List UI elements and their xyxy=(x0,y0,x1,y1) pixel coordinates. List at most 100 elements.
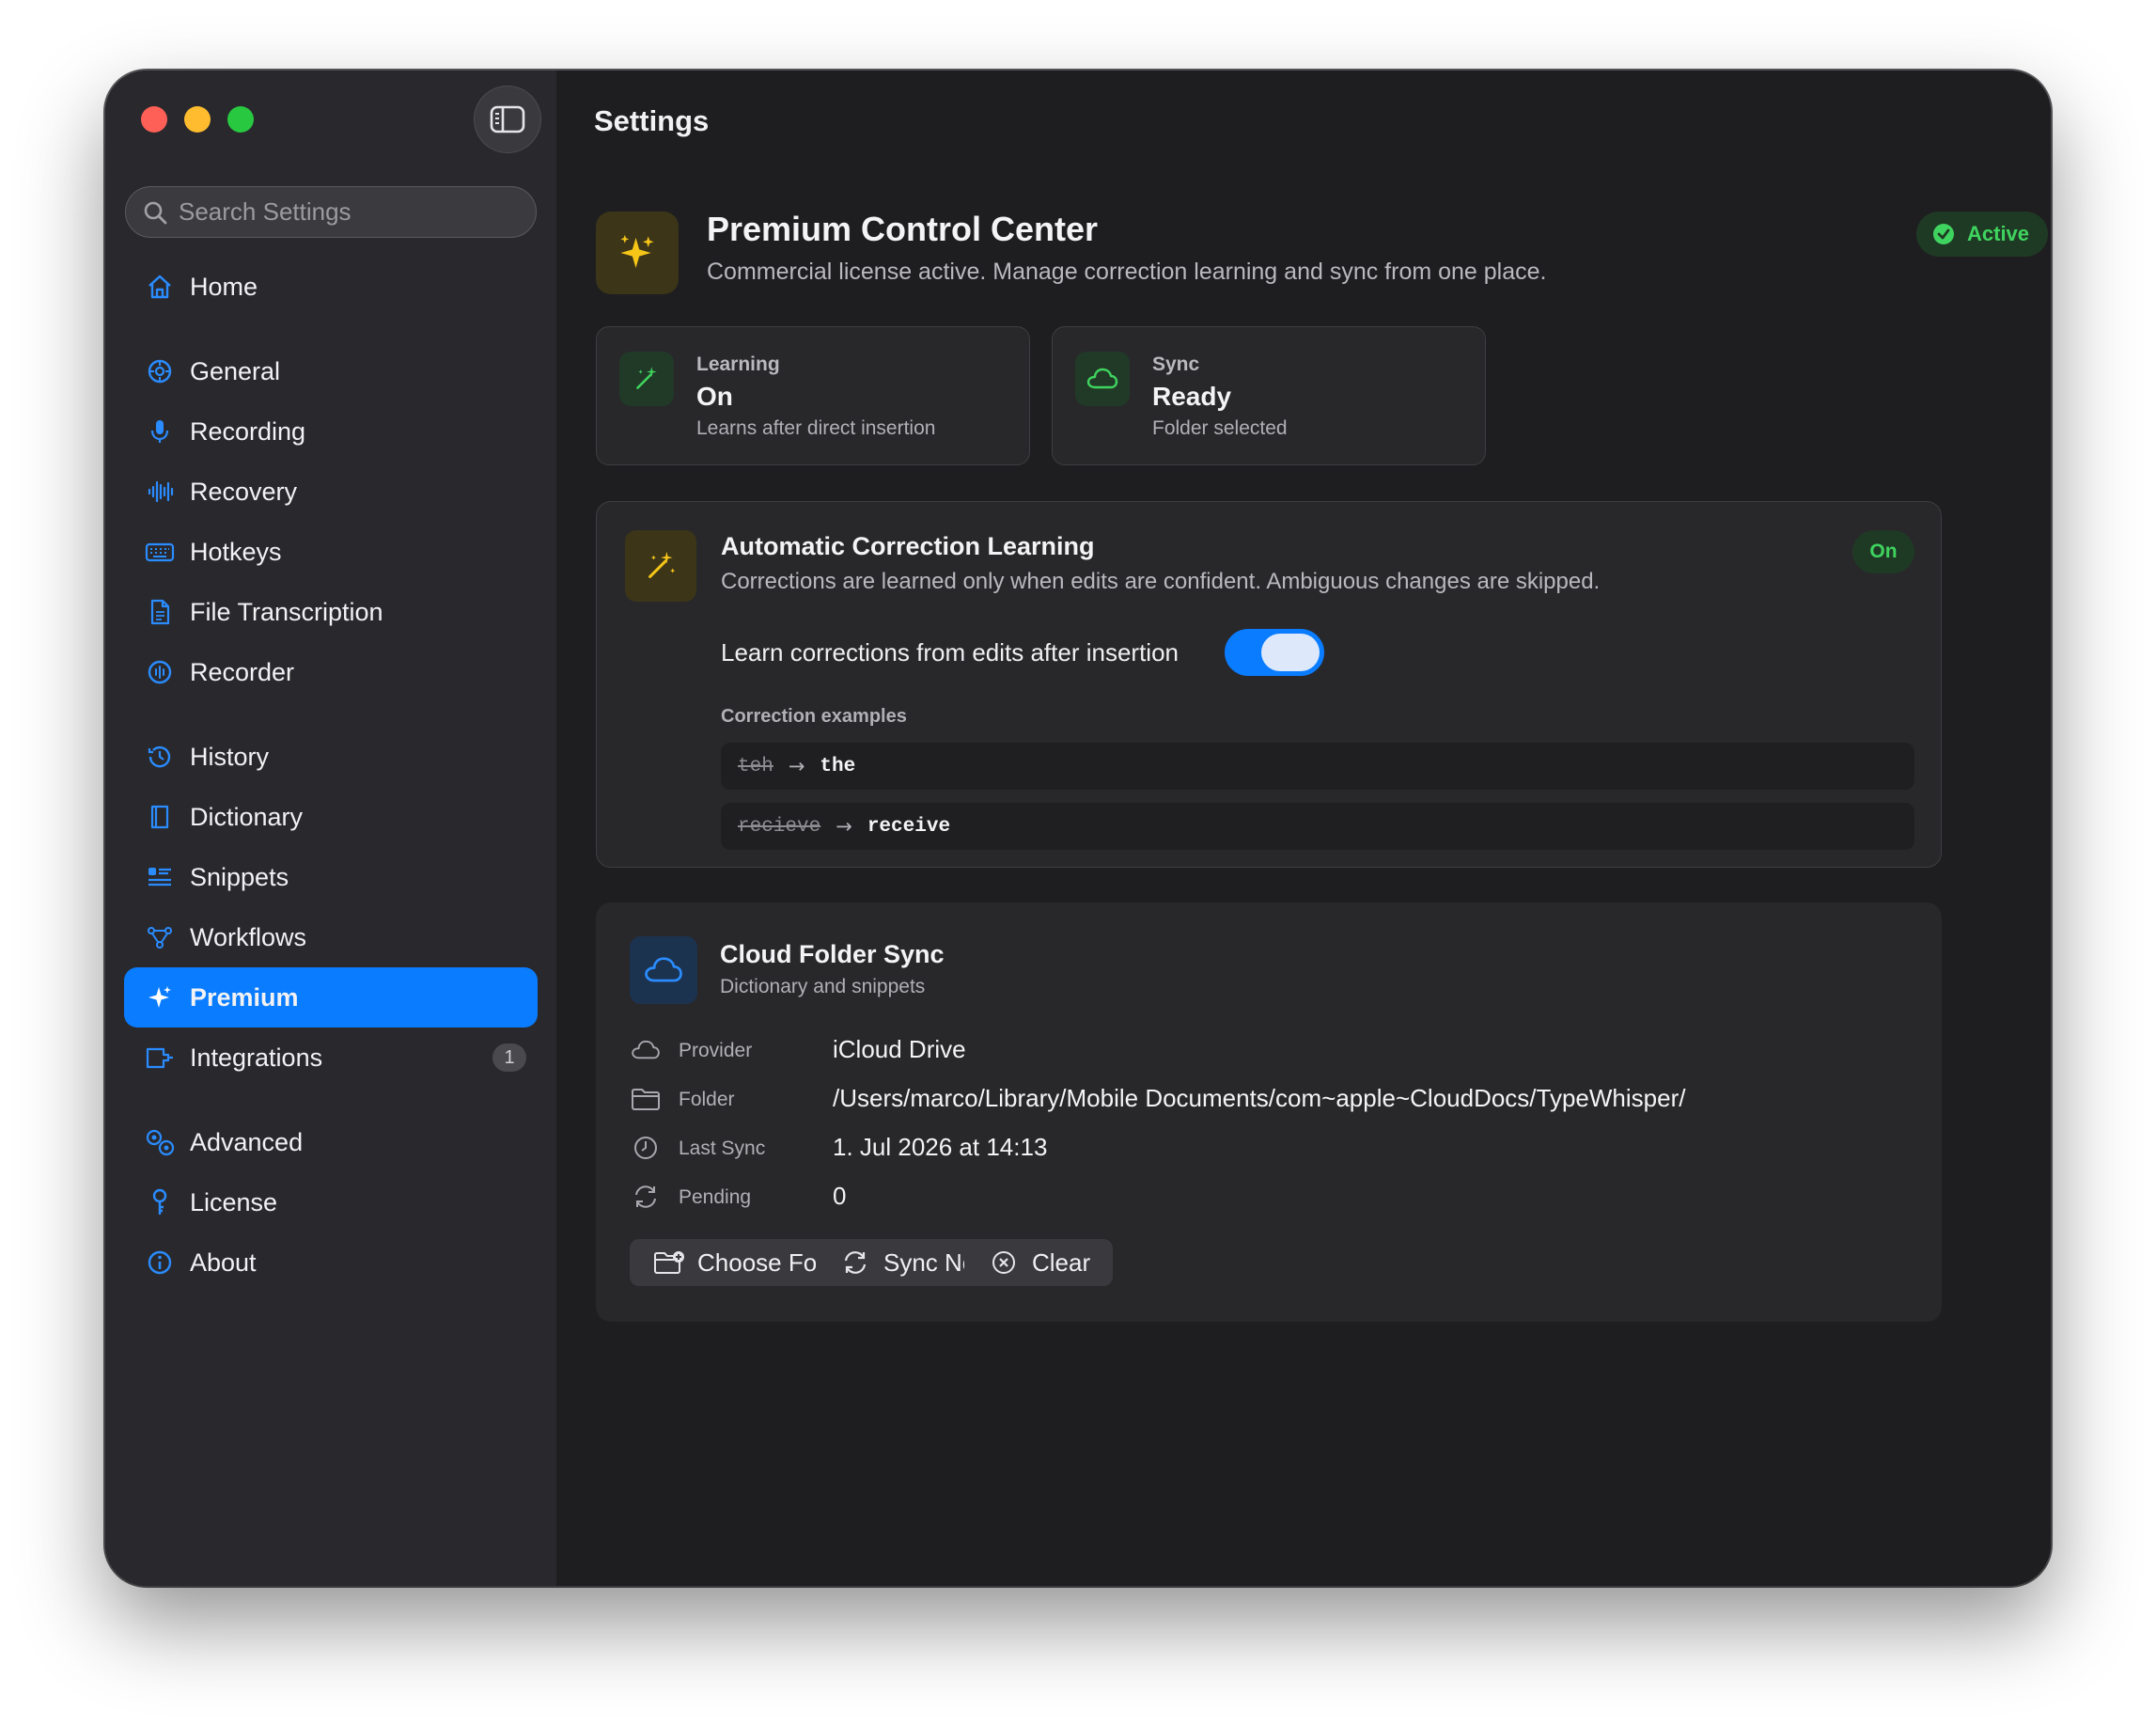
correction-example-row: recieve → receive xyxy=(721,803,1914,850)
sidebar: Search Settings Home General Recording R… xyxy=(105,71,556,1586)
book-icon xyxy=(143,800,177,834)
sidebar-item-dictionary[interactable]: Dictionary xyxy=(124,787,538,847)
sidebar-toggle-icon xyxy=(490,105,525,133)
sidebar-item-recorder[interactable]: Recorder xyxy=(124,642,538,702)
folder-icon xyxy=(630,1083,662,1115)
stat-value: Ready xyxy=(1152,382,1232,411)
pending-value: 0 xyxy=(833,1182,847,1210)
pending-row: Pending 0 xyxy=(630,1177,1908,1215)
sidebar-item-integrations[interactable]: Integrations 1 xyxy=(124,1028,538,1088)
sidebar-item-label: Home xyxy=(190,272,258,301)
sidebar-item-label: Snippets xyxy=(190,862,289,891)
provider-value: iCloud Drive xyxy=(833,1035,966,1063)
sidebar-item-label: General xyxy=(190,356,281,385)
magic-wand-icon xyxy=(625,530,696,602)
provider-label: Provider xyxy=(679,1040,753,1061)
sidebar-item-label: Integrations xyxy=(190,1043,323,1072)
zoom-window-button[interactable] xyxy=(227,106,254,133)
last-sync-label: Last Sync xyxy=(679,1138,766,1159)
sidebar-item-label: Recovery xyxy=(190,477,298,506)
check-seal-icon xyxy=(1933,224,1954,244)
waveform-icon xyxy=(143,475,177,509)
example-original: teh xyxy=(738,755,773,777)
last-sync-value: 1. Jul 2026 at 14:13 xyxy=(833,1133,1048,1161)
cloud-icon xyxy=(630,1034,662,1066)
clear-label: Clear xyxy=(1032,1247,1091,1277)
sidebar-item-about[interactable]: About xyxy=(124,1232,538,1293)
stat-label: Learning xyxy=(696,353,780,375)
sidebar-item-recovery[interactable]: Recovery xyxy=(124,462,538,522)
sidebar-item-advanced[interactable]: Advanced xyxy=(124,1112,538,1172)
cloud-sync-subtitle: Dictionary and snippets xyxy=(720,976,926,997)
main-content: Settings Premium Control Center Commerci… xyxy=(556,71,2051,1586)
record-icon xyxy=(143,655,177,689)
correction-learning-title: Automatic Correction Learning xyxy=(721,532,1095,560)
search-placeholder: Search Settings xyxy=(179,197,352,226)
toggle-knob xyxy=(1261,634,1320,671)
sidebar-item-premium[interactable]: Premium xyxy=(124,967,538,1028)
clock-icon xyxy=(143,740,177,774)
info-icon xyxy=(143,1246,177,1279)
search-field[interactable]: Search Settings xyxy=(125,186,537,238)
sync-stat-card: Sync Ready Folder selected xyxy=(1052,326,1486,465)
sidebar-item-label: File Transcription xyxy=(190,597,383,626)
folder-row: Folder /Users/marco/Library/Mobile Docum… xyxy=(630,1079,1908,1117)
learn-corrections-toggle[interactable] xyxy=(1225,629,1324,676)
sidebar-item-hotkeys[interactable]: Hotkeys xyxy=(124,522,538,582)
sidebar-item-recording[interactable]: Recording xyxy=(124,401,538,462)
sidebar-item-label: Workflows xyxy=(190,922,307,951)
sidebar-item-home[interactable]: Home xyxy=(124,257,538,317)
pending-label: Pending xyxy=(679,1186,752,1208)
arrow-right-icon: → xyxy=(788,755,805,777)
sidebar-item-label: Recorder xyxy=(190,657,295,686)
sparkles-icon xyxy=(620,234,654,269)
stat-subtitle: Folder selected xyxy=(1152,417,1288,439)
folder-path-value: /Users/marco/Library/Mobile Documents/co… xyxy=(833,1084,1686,1112)
close-window-button[interactable] xyxy=(141,106,167,133)
status-badge: Active xyxy=(1916,212,2048,257)
puzzle-icon xyxy=(143,1041,177,1075)
minimize-window-button[interactable] xyxy=(184,106,211,133)
sidebar-item-label: Premium xyxy=(190,982,299,1012)
text-list-icon xyxy=(143,860,177,894)
sidebar-item-label: About xyxy=(190,1247,257,1277)
status-badge-label: Active xyxy=(1967,222,2030,245)
correction-learning-card: Automatic Correction Learning Correction… xyxy=(596,501,1942,868)
folder-label: Folder xyxy=(679,1089,735,1110)
learning-status-badge: On xyxy=(1852,530,1914,573)
sidebar-item-snippets[interactable]: Snippets xyxy=(124,847,538,907)
correction-examples-heading: Correction examples xyxy=(721,706,907,727)
house-icon xyxy=(143,270,177,304)
clear-circle-icon xyxy=(987,1246,1021,1279)
example-original: recieve xyxy=(738,815,821,838)
toggle-sidebar-button[interactable] xyxy=(474,86,541,153)
page-title: Settings xyxy=(594,104,710,137)
cloud-sync-title: Cloud Folder Sync xyxy=(720,940,945,968)
sidebar-item-history[interactable]: History xyxy=(124,727,538,787)
document-icon xyxy=(143,595,177,629)
sidebar-item-label: Advanced xyxy=(190,1127,304,1156)
stat-value: On xyxy=(696,382,733,411)
sidebar-item-label: Hotkeys xyxy=(190,537,282,566)
refresh-icon xyxy=(630,1181,662,1213)
sidebar-item-label: History xyxy=(190,742,270,771)
flow-icon xyxy=(143,920,177,954)
sidebar-item-general[interactable]: General xyxy=(124,341,538,401)
microphone-icon xyxy=(143,415,177,448)
last-sync-row: Last Sync 1. Jul 2026 at 14:13 xyxy=(630,1128,1908,1166)
learn-corrections-label: Learn corrections from edits after inser… xyxy=(721,638,1179,667)
sidebar-item-file-transcription[interactable]: File Transcription xyxy=(124,582,538,642)
key-icon xyxy=(143,1185,177,1219)
sidebar-item-label: Dictionary xyxy=(190,802,304,831)
cloud-icon xyxy=(1075,352,1130,406)
clear-button[interactable]: Clear xyxy=(964,1239,1114,1286)
sidebar-item-workflows[interactable]: Workflows xyxy=(124,907,538,967)
cloud-folder-sync-card: Cloud Folder Sync Dictionary and snippet… xyxy=(596,902,1942,1322)
sidebar-item-license[interactable]: License xyxy=(124,1172,538,1232)
correction-example-row: teh → the xyxy=(721,743,1914,790)
stat-subtitle: Learns after direct insertion xyxy=(696,417,936,439)
integrations-count-badge: 1 xyxy=(492,1043,526,1072)
premium-title: Premium Control Center xyxy=(707,210,1099,248)
folder-add-icon xyxy=(652,1246,686,1279)
cloud-icon xyxy=(630,936,697,1004)
